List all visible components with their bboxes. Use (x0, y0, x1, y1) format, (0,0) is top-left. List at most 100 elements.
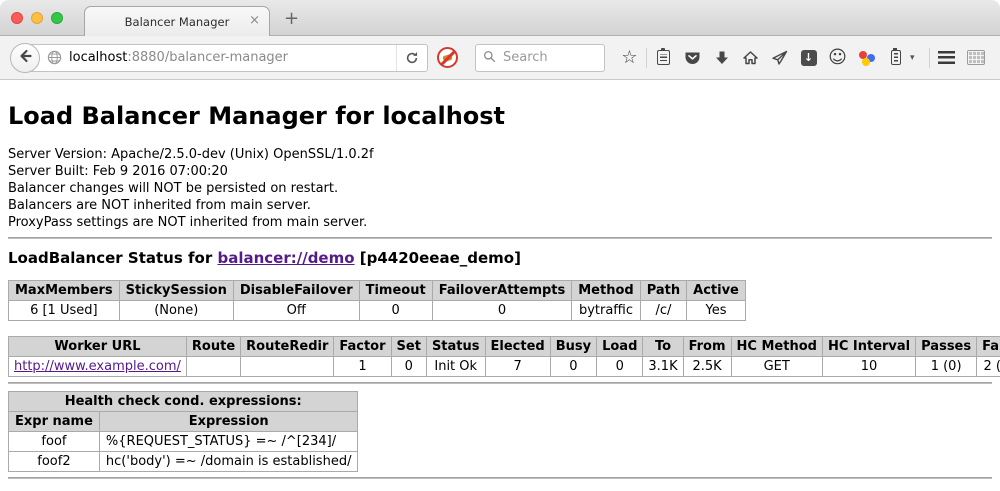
page-title: Load Balancer Manager for localhost (8, 102, 992, 130)
pocket-icon[interactable] (678, 43, 707, 73)
balancer-header-cell: StickySession (119, 281, 233, 301)
worker-header-cell: Passes (916, 337, 977, 357)
worker-url-cell: http://www.example.com/ (9, 357, 187, 377)
balancer-table: MaxMembers StickySession DisableFailover… (8, 280, 746, 321)
page-content: Load Balancer Manager for localhost Serv… (0, 80, 1000, 491)
server-built-line: Server Built: Feb 9 2016 07:00:20 (8, 163, 992, 180)
hc-data-row: foof2 hc('body') =~ /domain is establish… (9, 452, 358, 472)
balancer-header-cell: Path (640, 281, 686, 301)
worker-header-cell: HC Method (731, 337, 822, 357)
balancer-header-cell: Timeout (359, 281, 432, 301)
tab-title: Balancer Manager (125, 15, 230, 29)
proxypass-notice-line: ProxyPass settings are NOT inherited fro… (8, 214, 992, 231)
worker-fails-cell: 2 (0) (977, 357, 1000, 377)
downloads-icon[interactable] (707, 43, 736, 73)
worker-url-link[interactable]: http://www.example.com/ (14, 359, 181, 374)
worker-elected-cell: 7 (485, 357, 550, 377)
horizontal-rule (8, 237, 992, 239)
zoom-window-button[interactable] (51, 12, 63, 24)
server-version-line: Server Version: Apache/2.5.0-dev (Unix) … (8, 146, 992, 163)
toolbar-separator (646, 48, 647, 68)
traffic-lights (11, 12, 63, 24)
worker-passes-cell: 1 (0) (916, 357, 977, 377)
worker-header-cell: Busy (550, 337, 596, 357)
worker-status-cell: Init Ok (426, 357, 485, 377)
search-icon (483, 48, 496, 67)
back-button[interactable] (10, 43, 40, 73)
balancer-data-cell: bytraffic (572, 301, 640, 321)
hc-expression-cell: hc('body') =~ /domain is established/ (99, 452, 358, 472)
reload-button[interactable] (396, 45, 427, 71)
worker-factor-cell: 1 (334, 357, 391, 377)
balancer-data-cell: (None) (119, 301, 233, 321)
hc-expr-name-cell: foof2 (9, 452, 100, 472)
worker-header-cell: Route (186, 337, 240, 357)
tab-balancer-manager[interactable]: Balancer Manager × (84, 6, 270, 36)
battery-icon[interactable] (881, 43, 910, 73)
balancer-header-cell: Method (572, 281, 640, 301)
balancer-header-cell: Active (687, 281, 746, 301)
browser-window: Balancer Manager × + localhost:8880/bala… (0, 0, 1000, 491)
minimize-window-button[interactable] (31, 12, 43, 24)
url-host: localhost (69, 50, 127, 65)
worker-hcmethod-cell: GET (731, 357, 822, 377)
send-tab-icon[interactable] (765, 43, 794, 73)
server-info: Server Version: Apache/2.5.0-dev (Unix) … (8, 146, 992, 231)
url-bar[interactable]: localhost:8880/balancer-manager (24, 44, 428, 72)
worker-set-cell: 0 (391, 357, 426, 377)
worker-data-row: http://www.example.com/ 1 0 Init Ok 7 0 … (9, 357, 1000, 377)
tile-grid-icon[interactable] (961, 43, 990, 73)
overflow-caret-icon[interactable]: ▾ (910, 53, 922, 63)
balancer-data-cell: /c/ (640, 301, 686, 321)
globe-icon (47, 50, 62, 65)
worker-header-cell: Fails (977, 337, 1000, 357)
worker-table: Worker URL Route RouteRedir Factor Set S… (8, 336, 1000, 377)
worker-header-cell: To (643, 337, 683, 357)
balancer-header-cell: FailoverAttempts (432, 281, 572, 301)
colored-dots-icon[interactable] (852, 43, 881, 73)
worker-header-cell: Set (391, 337, 426, 357)
worker-header-cell: Load (597, 337, 643, 357)
worker-header-row: Worker URL Route RouteRedir Factor Set S… (9, 337, 1000, 357)
balancer-link[interactable]: balancer://demo (217, 249, 354, 267)
bookmark-star-icon[interactable]: ☆ (615, 43, 644, 73)
worker-header-cell: HC Interval (822, 337, 915, 357)
worker-busy-cell: 0 (550, 357, 596, 377)
back-arrow-icon (17, 48, 33, 68)
search-bar[interactable] (475, 44, 605, 72)
plugin-blocked-icon[interactable] (437, 47, 458, 68)
toolbar-icons: ☆ ↓ ☺ ▾ (615, 43, 990, 73)
horizontal-rule (8, 382, 992, 384)
balancer-data-cell: 0 (359, 301, 432, 321)
hc-expr-name-cell: foof (9, 432, 100, 452)
search-input[interactable] (501, 49, 597, 66)
hc-header-row: Expr name Expression (9, 412, 358, 432)
balancer-data-row: 6 [1 Used] (None) Off 0 0 bytraffic /c/ … (9, 301, 746, 321)
balancer-data-cell: 6 [1 Used] (9, 301, 120, 321)
hamburger-menu-icon[interactable] (932, 43, 961, 73)
close-window-button[interactable] (11, 12, 23, 24)
tab-bar: Balancer Manager × + (0, 0, 1000, 36)
balancer-header-cell: MaxMembers (9, 281, 120, 301)
download-panel-icon[interactable]: ↓ (794, 43, 823, 73)
balancer-data-cell: Yes (687, 301, 746, 321)
worker-header-cell: Worker URL (9, 337, 187, 357)
hc-header-cell: Expression (99, 412, 358, 432)
tab-close-icon[interactable]: × (249, 14, 260, 27)
status-heading: LoadBalancer Status for balancer://demo … (8, 249, 992, 267)
navigation-toolbar: localhost:8880/balancer-manager ☆ (0, 36, 1000, 80)
reading-list-icon[interactable] (649, 43, 678, 73)
home-icon[interactable] (736, 43, 765, 73)
worker-to-cell: 3.1K (643, 357, 683, 377)
new-tab-button[interactable]: + (284, 8, 299, 29)
toolbar-separator (929, 48, 930, 68)
hc-header-cell: Expr name (9, 412, 100, 432)
worker-header-cell: RouteRedir (241, 337, 334, 357)
hc-table-title: Health check cond. expressions: (9, 392, 358, 412)
persist-notice-line: Balancer changes will NOT be persisted o… (8, 180, 992, 197)
feedback-smiley-icon[interactable]: ☺ (823, 43, 852, 73)
worker-route-cell (186, 357, 240, 377)
worker-routeredir-cell (241, 357, 334, 377)
worker-hcinterval-cell: 10 (822, 357, 915, 377)
balancer-header-cell: DisableFailover (233, 281, 359, 301)
